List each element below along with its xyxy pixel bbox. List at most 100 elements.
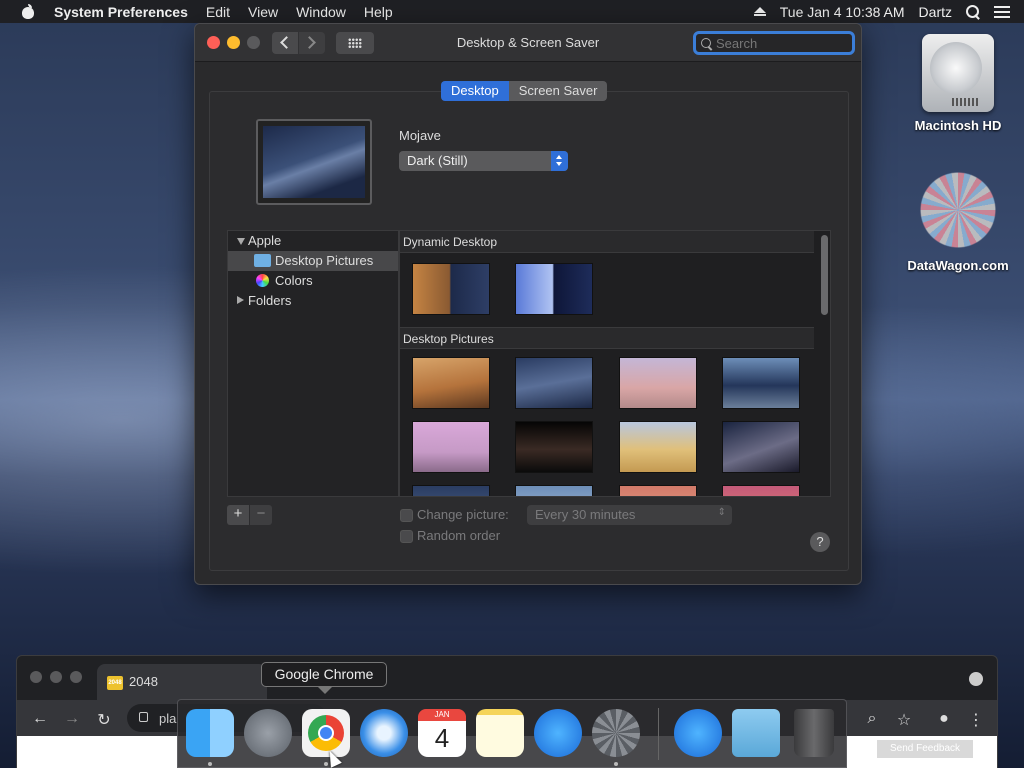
thumbnail-picture[interactable]	[722, 357, 800, 409]
disclosure-down-icon[interactable]	[237, 238, 245, 245]
interval-popup[interactable]: Every 30 minutes ⇕	[527, 505, 732, 525]
search-icon	[701, 38, 713, 50]
wallpaper-name: Mojave	[399, 128, 441, 143]
thumbnail-picture[interactable]	[619, 485, 697, 496]
chrome-tab-title: 2048	[129, 674, 158, 689]
menu-edit[interactable]: Edit	[206, 4, 230, 20]
appearance-popup[interactable]: Dark (Still)	[399, 151, 568, 171]
desktop-icon-datawagon[interactable]: DataWagon.com	[903, 168, 1013, 273]
reload-icon[interactable]: ↻	[95, 710, 113, 730]
thumbnail-picture[interactable]	[722, 485, 800, 496]
window-titlebar: Desktop & Screen Saver	[195, 24, 861, 62]
thumbnail-picture[interactable]	[412, 357, 490, 409]
calendar-day: 4	[434, 723, 450, 753]
chrome-tab[interactable]: 2048 2048	[97, 664, 267, 700]
running-indicator	[208, 762, 212, 766]
source-label: Apple	[248, 233, 282, 248]
chrome-menu-icon[interactable]: ⋮	[967, 710, 985, 730]
thumbnail-picture[interactable]	[619, 357, 697, 409]
zoom-icon[interactable]: ⌕	[863, 710, 881, 728]
thumbnail-picture[interactable]	[515, 421, 593, 473]
profile-icon[interactable]: ●	[935, 710, 953, 728]
trash-icon[interactable]	[794, 709, 834, 757]
popup-arrows-icon: ⇕	[717, 507, 726, 518]
section-header: Dynamic Desktop	[400, 231, 814, 253]
chrome-tabstrip: 2048 2048	[17, 656, 997, 700]
chrome-center-icon	[318, 725, 334, 741]
section-header: Desktop Pictures	[400, 327, 814, 349]
omnibox-text: pla	[159, 711, 177, 726]
popup-arrows-icon	[551, 151, 568, 171]
safari-compass-icon[interactable]	[360, 709, 408, 757]
folder-icon	[254, 254, 271, 267]
random-order-label: Random order	[417, 528, 501, 543]
interval-popup-value: Every 30 minutes	[535, 507, 636, 522]
google-chrome-icon[interactable]	[302, 709, 350, 757]
source-colors[interactable]: Colors	[228, 271, 398, 291]
finder-icon[interactable]	[186, 709, 234, 757]
chrome-zoom-button[interactable]	[70, 671, 82, 683]
picture-grid: Dynamic Desktop Desktop Pictures	[399, 230, 831, 497]
source-apple[interactable]: Apple	[228, 231, 398, 251]
running-indicator	[324, 762, 328, 766]
wallpaper-preview	[256, 119, 372, 205]
app-store-icon[interactable]	[534, 709, 582, 757]
menu-user[interactable]: Dartz	[919, 4, 952, 20]
dynamic-desktop-section	[400, 253, 814, 327]
system-preferences-gear-icon[interactable]	[592, 709, 640, 757]
chrome-minimize-button[interactable]	[50, 671, 62, 683]
change-picture-checkbox[interactable]	[400, 509, 413, 522]
app-store-installer-icon[interactable]	[674, 709, 722, 757]
thumbnail-picture[interactable]	[412, 421, 490, 473]
desktop-pictures-section	[400, 349, 814, 496]
send-feedback-button[interactable]: Send Feedback	[877, 740, 973, 758]
random-order-checkbox[interactable]	[400, 530, 413, 543]
remove-folder-button[interactable]: −	[250, 505, 272, 525]
calendar-month: JAN	[418, 709, 466, 721]
grid-scrollbar[interactable]	[821, 235, 828, 315]
help-button[interactable]: ?	[810, 532, 830, 552]
launchpad-rocket-icon[interactable]	[244, 709, 292, 757]
source-desktop-pictures[interactable]: Desktop Pictures	[228, 251, 398, 271]
source-folders[interactable]: Folders	[228, 291, 398, 311]
desktop-icon-label: DataWagon.com	[907, 258, 1009, 273]
menu-clock[interactable]: Tue Jan 4 10:38 AM	[780, 4, 905, 20]
thumbnail-picture[interactable]	[515, 485, 593, 496]
thumbnail-solar-gradients[interactable]	[515, 263, 593, 315]
apple-menu-icon[interactable]	[18, 3, 40, 20]
source-label: Colors	[275, 273, 313, 288]
tab-search-icon[interactable]	[969, 672, 983, 686]
thumbnail-mojave-dynamic[interactable]	[412, 263, 490, 315]
tab-screen-saver[interactable]: Screen Saver	[508, 81, 608, 101]
desktop-icon-label: Macintosh HD	[914, 118, 1002, 133]
dock-divider	[658, 708, 659, 760]
tab-control: Desktop Screen Saver	[441, 81, 608, 101]
datawagon-logo-icon	[916, 168, 1000, 252]
thumbnail-picture[interactable]	[722, 421, 800, 473]
notification-center-icon[interactable]	[994, 5, 1010, 18]
notes-icon[interactable]	[476, 709, 524, 757]
bookmark-star-icon[interactable]: ☆	[895, 710, 913, 730]
chrome-close-button[interactable]	[30, 671, 42, 683]
search-input[interactable]	[716, 35, 846, 51]
menu-view[interactable]: View	[248, 4, 278, 20]
spotlight-icon[interactable]	[966, 4, 980, 19]
tab-desktop[interactable]: Desktop	[441, 81, 509, 101]
calendar-icon[interactable]: JAN 4	[418, 709, 466, 757]
thumbnail-picture[interactable]	[412, 485, 490, 496]
menu-app-name[interactable]: System Preferences	[54, 4, 188, 20]
add-folder-button[interactable]: +	[227, 505, 249, 525]
eject-icon[interactable]	[753, 6, 766, 17]
source-label: Folders	[248, 293, 292, 308]
menu-window[interactable]: Window	[296, 4, 346, 20]
forward-arrow-icon[interactable]: →	[63, 710, 81, 728]
disclosure-right-icon[interactable]	[237, 296, 244, 304]
desktop-icon-macintosh-hd[interactable]: Macintosh HD	[903, 34, 1013, 133]
back-arrow-icon[interactable]: ←	[31, 710, 49, 728]
menu-help[interactable]: Help	[364, 4, 393, 20]
downloads-folder-icon[interactable]	[732, 709, 780, 757]
search-field[interactable]	[693, 31, 855, 55]
thumbnail-picture[interactable]	[619, 421, 697, 473]
desktop-screensaver-window: Desktop & Screen Saver Desktop Screen Sa…	[194, 23, 862, 585]
thumbnail-picture[interactable]	[515, 357, 593, 409]
